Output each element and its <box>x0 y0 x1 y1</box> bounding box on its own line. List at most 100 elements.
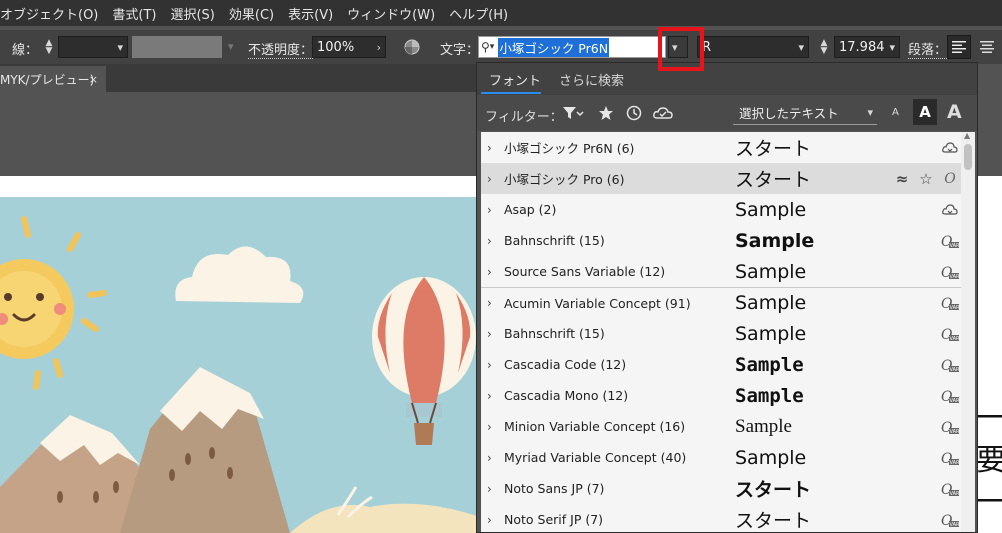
font-family-value: 小塚ゴシック Pr6N <box>498 37 610 57</box>
stroke-label: 線： <box>12 43 39 58</box>
sample-size-small-button[interactable]: A <box>892 107 899 118</box>
stroke-weight-field[interactable]: ▾ <box>58 36 128 58</box>
align-left-icon[interactable] <box>947 35 971 59</box>
font-sample: Sample <box>735 229 815 252</box>
paragraph-label[interactable]: 段落： <box>908 39 948 59</box>
font-sample: Sample <box>735 292 807 314</box>
scroll-up-icon[interactable]: ▲ <box>964 131 970 140</box>
font-name: Noto Sans JP (7) <box>504 481 605 496</box>
font-list-item[interactable]: › Cascadia Mono (12) Sample O VAR <box>481 380 961 411</box>
show-selected-text-value: 選択したテキスト <box>739 106 839 121</box>
font-name: Cascadia Code (12) <box>504 357 627 372</box>
expand-chevron-icon[interactable]: › <box>487 265 492 279</box>
recolor-artwork-icon[interactable] <box>403 38 421 56</box>
font-name: Acumin Variable Concept (91) <box>504 295 691 311</box>
font-list-item[interactable]: › Bahnschrift (15) Sample O VAR <box>481 318 961 349</box>
font-sample: Sample <box>735 353 804 376</box>
font-style-select[interactable]: R ▾ <box>697 36 809 58</box>
favorites-star-icon[interactable] <box>597 104 615 122</box>
artwork-illustration[interactable] <box>0 197 480 533</box>
expand-chevron-icon[interactable]: › <box>487 420 492 434</box>
recently-added-clock-icon[interactable] <box>625 104 643 122</box>
expand-chevron-icon[interactable]: › <box>487 172 492 186</box>
chevron-down-icon: ▾ <box>889 40 895 54</box>
menu-effect[interactable]: 効果(C) <box>222 4 281 23</box>
font-size-stepper[interactable]: ▲ ▼ <box>818 38 830 56</box>
sample-size-medium-button[interactable]: A <box>913 99 937 125</box>
sample-size-large-button[interactable]: A <box>947 101 962 123</box>
expand-chevron-icon[interactable]: › <box>487 296 492 310</box>
font-list-item[interactable]: › Cascadia Code (12) Sample O VAR <box>481 349 961 380</box>
font-sample: Sample <box>735 322 807 345</box>
character-label[interactable]: 文字： <box>440 39 479 58</box>
artboard-text[interactable]: 一 要 一 <box>976 398 1002 524</box>
font-list-item-selected[interactable]: › 小塚ゴシック Pro (6) スタート ≈ ☆ O <box>481 163 961 194</box>
font-list: › 小塚ゴシック Pr6N (6) スタート › 小塚ゴシック Pro (6) … <box>481 132 961 532</box>
tab-fonts[interactable]: フォント <box>489 70 541 89</box>
font-sample: Sample <box>735 198 807 221</box>
font-list-item[interactable]: › Source Sans Variable (12) Sample O VAR <box>481 256 961 287</box>
favorite-star-icon[interactable]: ☆ <box>917 170 935 188</box>
font-list-item[interactable]: › Noto Sans JP (7) スタート O VAR <box>481 473 961 504</box>
menu-window[interactable]: ウィンドウ(W) <box>340 4 442 23</box>
search-icon[interactable]: ⚲ <box>481 40 490 54</box>
font-sample: スタート <box>735 138 812 160</box>
font-list-scrollbar[interactable]: ▲ <box>961 131 975 532</box>
opacity-label[interactable]: 不透明度： <box>248 39 314 59</box>
font-family-input[interactable]: ⚲ ▾ 小塚ゴシック Pr6N ⁝ <box>478 36 666 58</box>
expand-chevron-icon[interactable]: › <box>487 513 492 527</box>
variable-font-icon: O VAR <box>941 511 959 529</box>
expand-chevron-icon[interactable]: › <box>487 451 492 465</box>
expand-chevron-icon[interactable]: › <box>487 482 492 496</box>
active-tab-indicator <box>481 92 541 94</box>
menu-help[interactable]: ヘルプ(H) <box>442 4 515 23</box>
document-tab[interactable]: MYK/プレビュー) × <box>0 66 106 92</box>
font-list-item[interactable]: › Acumin Variable Concept (91) Sample OV… <box>481 287 961 318</box>
filter-funnel-icon[interactable] <box>561 104 585 122</box>
font-size-field[interactable]: 17.984 ▾ <box>834 36 900 58</box>
expand-chevron-icon[interactable]: › <box>487 327 492 341</box>
profile-chevron-icon[interactable]: ▾ <box>228 40 234 53</box>
document-tab-bar: MYK/プレビュー) × <box>0 64 480 92</box>
menu-object[interactable]: オブジェクト(O) <box>0 4 105 23</box>
font-name: 小塚ゴシック Pr6N (6) <box>504 141 635 156</box>
expand-chevron-icon[interactable]: › <box>487 389 492 403</box>
font-list-item[interactable]: › Noto Serif JP (7) スタート O VAR <box>481 504 961 532</box>
font-sample: Sample <box>735 384 804 407</box>
font-list-item[interactable]: › 小塚ゴシック Pr6N (6) スタート <box>481 132 961 163</box>
activated-fonts-cloud-icon[interactable] <box>653 104 673 122</box>
font-name: Cascadia Mono (12) <box>504 388 629 403</box>
artboard-text-line: 一 <box>976 401 1002 436</box>
opacity-field[interactable]: 100% › <box>312 36 386 58</box>
menu-type[interactable]: 書式(T) <box>105 4 163 23</box>
tab-find-more[interactable]: さらに検索 <box>559 70 624 89</box>
expand-chevron-icon[interactable]: › <box>487 358 492 372</box>
variable-font-icon: O VAR <box>941 263 959 281</box>
variable-width-profile[interactable] <box>132 36 222 58</box>
font-list-item[interactable]: › Bahnschrift (15) Sample O VAR <box>481 225 961 256</box>
expand-chevron-icon[interactable]: › <box>487 234 492 248</box>
stroke-stepper[interactable]: ▲ ▼ <box>43 38 55 56</box>
svg-text:VAR: VAR <box>950 336 960 342</box>
similar-fonts-icon[interactable]: ≈ <box>893 170 911 188</box>
variable-font-icon: O VAR <box>941 418 959 436</box>
menu-view[interactable]: 表示(V) <box>281 4 340 23</box>
expand-chevron-icon[interactable]: › <box>487 203 492 217</box>
cloud-sync-icon <box>941 139 959 157</box>
menu-select[interactable]: 選択(S) <box>163 4 221 23</box>
font-sample: スタート <box>735 169 812 191</box>
font-sample: Sample <box>735 415 792 437</box>
svg-text:VAR: VAR <box>950 274 960 280</box>
font-name: Bahnschrift (15) <box>504 233 605 248</box>
expand-chevron-icon[interactable]: › <box>487 141 492 155</box>
variable-font-icon: O VAR <box>941 449 959 467</box>
close-icon[interactable]: × <box>89 73 98 86</box>
chevron-down-icon: ▾ <box>798 40 804 54</box>
font-list-item[interactable]: › Myriad Variable Concept (40) Sample OV… <box>481 442 961 473</box>
font-list-item[interactable]: › Asap (2) Sample <box>481 194 961 225</box>
align-center-icon[interactable] <box>975 35 999 59</box>
search-menu-chevron-icon[interactable]: ▾ <box>490 42 495 52</box>
show-selected-text-select[interactable]: 選択したテキスト ▾ <box>733 101 877 125</box>
scroll-thumb[interactable] <box>964 144 972 170</box>
font-list-item[interactable]: › Minion Variable Concept (16) Sample OV… <box>481 411 961 442</box>
